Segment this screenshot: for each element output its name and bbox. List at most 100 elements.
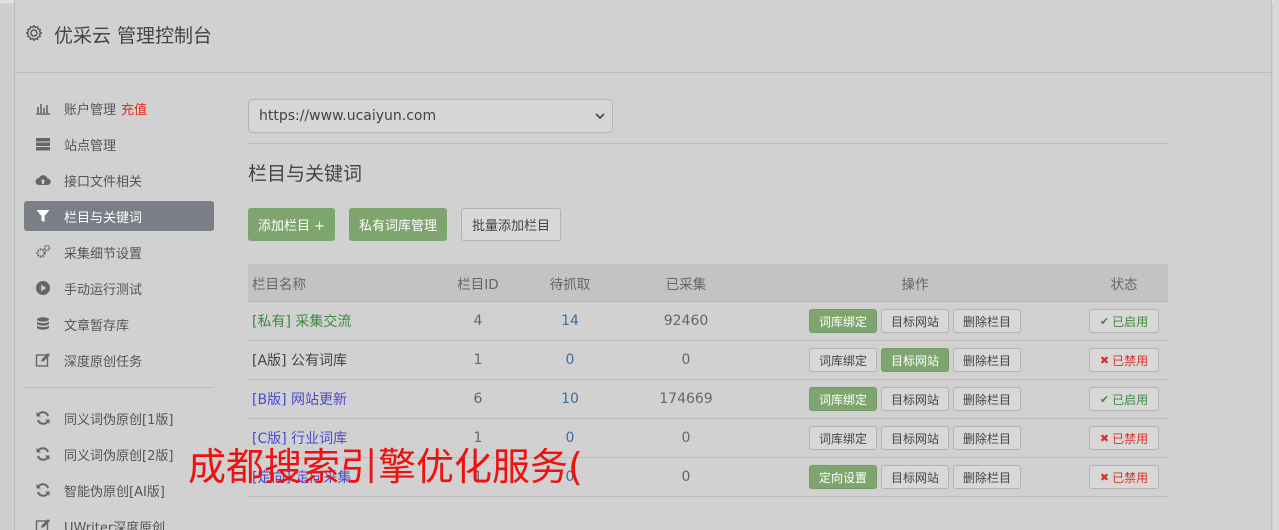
sidebar-item-deep-original[interactable]: 深度原创任务 <box>24 345 214 375</box>
main-content: https://www.ucaiyun.com 栏目与关键词 添加栏目 + 私有… <box>248 99 1168 497</box>
pending-count[interactable]: 14 <box>518 313 622 329</box>
status-toggle[interactable]: ✔ 已启用 <box>1088 309 1160 333</box>
directed-settings-button[interactable]: 定向设置 <box>808 465 877 489</box>
sidebar-item-label: 接口文件相关 <box>64 174 143 190</box>
filter-icon <box>36 210 50 222</box>
bind-lexicon-button[interactable]: 词库绑定 <box>808 348 877 372</box>
delete-column-button[interactable]: 删除栏目 <box>953 465 1022 489</box>
sidebar-item-account[interactable]: 账户管理 充值 <box>24 93 214 123</box>
delete-column-button[interactable]: 删除栏目 <box>953 348 1022 372</box>
sidebar-item-label: 文章暂存库 <box>64 318 130 334</box>
sidebar-item-columns[interactable]: 栏目与关键词 <box>24 201 214 231</box>
cloud-upload-icon <box>35 175 51 185</box>
edit-icon <box>35 519 50 530</box>
column-id: 1 <box>473 352 483 368</box>
sidebar-item-article-store[interactable]: 文章暂存库 <box>24 309 214 339</box>
column-id: 6 <box>473 391 483 407</box>
bind-lexicon-button[interactable]: 词库绑定 <box>808 426 877 450</box>
delete-column-button[interactable]: 删除栏目 <box>953 309 1022 333</box>
bar-chart-icon <box>36 104 50 115</box>
sidebar-item-label: 账户管理 <box>64 102 117 118</box>
sidebar-item-synonym-v2[interactable]: 同义词伪原创[2版] <box>24 439 214 469</box>
status-cell: ✖ 已禁用 <box>1080 426 1168 450</box>
pending-count[interactable]: 10 <box>518 391 622 407</box>
delete-column-button[interactable]: 删除栏目 <box>953 426 1022 450</box>
watermark-overlay-text: 成都搜索引擎优化服务( <box>188 445 583 489</box>
private-lexicon-button[interactable]: 私有词库管理 <box>349 208 448 241</box>
header-id: 栏目ID <box>457 276 499 293</box>
refresh-icon <box>36 447 50 461</box>
header-pending: 待抓取 <box>549 276 591 293</box>
collected-count: 92460 <box>663 313 709 329</box>
collected-count: 0 <box>681 469 691 485</box>
status-cell: ✖ 已禁用 <box>1080 465 1168 489</box>
section-title: 栏目与关键词 <box>248 163 363 185</box>
target-site-button[interactable]: 目标网站 <box>880 387 949 411</box>
collected-count: 0 <box>681 430 691 446</box>
status-label: 已启用 <box>1112 392 1149 407</box>
status-toggle[interactable]: ✖ 已禁用 <box>1088 348 1160 372</box>
sidebar-item-collect-settings[interactable]: 采集细节设置 <box>24 237 214 267</box>
sidebar-item-uwriter[interactable]: UWriter深度原创 <box>24 511 214 530</box>
header-done: 已采集 <box>665 276 707 293</box>
sidebar-item-label: 站点管理 <box>64 138 117 154</box>
column-name-link[interactable]: [B版] 网站更新 <box>248 389 438 409</box>
status-label: 已禁用 <box>1112 470 1149 485</box>
status-cell: ✔ 已启用 <box>1080 309 1168 333</box>
collected-count: 0 <box>681 352 691 368</box>
target-site-button[interactable]: 目标网站 <box>880 309 949 333</box>
add-column-button[interactable]: 添加栏目 + <box>248 208 336 241</box>
sidebar-item-label: UWriter深度原创 <box>64 520 166 530</box>
status-label: 已禁用 <box>1112 431 1149 446</box>
close-icon: ✖ <box>1099 470 1110 484</box>
bind-lexicon-button[interactable]: 词库绑定 <box>808 387 877 411</box>
table-row: [私有] 采集交流 4 14 92460 词库绑定 目标网站 删除栏目 ✔ 已启用 <box>248 302 1168 341</box>
check-icon: ✔ <box>1099 392 1110 406</box>
table-row: [A版] 公有词库 1 0 0 词库绑定 目标网站 删除栏目 ✖ 已禁用 <box>248 341 1168 380</box>
status-label: 已启用 <box>1112 314 1149 329</box>
target-site-button[interactable]: 目标网站 <box>880 348 949 372</box>
batch-add-column-button[interactable]: 批量添加栏目 <box>461 208 562 241</box>
check-icon: ✔ <box>1099 314 1110 328</box>
status-toggle[interactable]: ✖ 已禁用 <box>1088 465 1160 489</box>
sidebar: 账户管理 充值 站点管理 接口文件相关 栏目与关键词 采集细节设置 手动运行测试… <box>24 93 214 530</box>
pending-count[interactable]: 0 <box>518 352 622 368</box>
header-ops: 操作 <box>901 276 929 293</box>
status-toggle[interactable]: ✖ 已禁用 <box>1088 426 1160 450</box>
row-actions: 词库绑定 目标网站 删除栏目 <box>750 387 1080 411</box>
column-name-link[interactable]: [私有] 采集交流 <box>248 311 438 331</box>
scrollbar-track[interactable] <box>1273 0 1279 530</box>
chevron-down-icon <box>595 113 605 120</box>
column-name-link[interactable]: [A版] 公有词库 <box>248 350 438 370</box>
sidebar-item-synonym-v1[interactable]: 同义词伪原创[1版] <box>24 403 214 433</box>
cogs-icon <box>36 244 51 258</box>
sidebar-item-ai-rewrite[interactable]: 智能伪原创[AI版] <box>24 475 214 505</box>
status-cell: ✖ 已禁用 <box>1080 348 1168 372</box>
bind-lexicon-button[interactable]: 词库绑定 <box>808 309 877 333</box>
status-toggle[interactable]: ✔ 已启用 <box>1088 387 1160 411</box>
page-title: 优采云 管理控制台 <box>54 25 213 47</box>
refresh-icon <box>36 411 50 425</box>
server-icon <box>36 138 50 151</box>
gear-icon <box>25 24 43 42</box>
sidebar-item-manual-run[interactable]: 手动运行测试 <box>24 273 214 303</box>
sidebar-item-interface[interactable]: 接口文件相关 <box>24 165 214 195</box>
sidebar-item-sites[interactable]: 站点管理 <box>24 129 214 159</box>
target-site-button[interactable]: 目标网站 <box>880 465 949 489</box>
header-status: 状态 <box>1110 276 1138 293</box>
row-actions: 词库绑定 目标网站 删除栏目 <box>750 426 1080 450</box>
close-icon: ✖ <box>1099 353 1110 367</box>
edit-icon <box>35 353 50 367</box>
recharge-link[interactable]: 充值 <box>121 99 147 118</box>
divider <box>248 143 1168 144</box>
delete-column-button[interactable]: 删除栏目 <box>953 387 1022 411</box>
sidebar-item-label: 栏目与关键词 <box>64 210 143 226</box>
sidebar-divider <box>24 387 214 388</box>
sidebar-item-label: 手动运行测试 <box>64 282 143 298</box>
header-name: 栏目名称 <box>252 276 306 293</box>
target-site-button[interactable]: 目标网站 <box>880 426 949 450</box>
table-row: [B版] 网站更新 6 10 174669 词库绑定 目标网站 删除栏目 ✔ 已启… <box>248 380 1168 419</box>
page-header: 优采云 管理控制台 <box>15 3 1272 73</box>
refresh-icon <box>36 483 50 497</box>
site-select[interactable]: https://www.ucaiyun.com <box>248 99 613 133</box>
